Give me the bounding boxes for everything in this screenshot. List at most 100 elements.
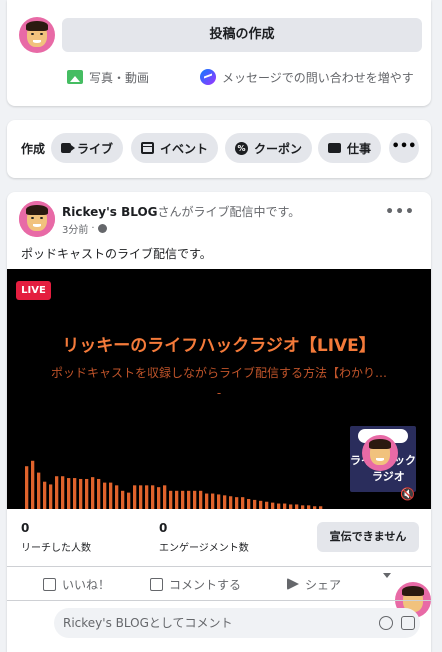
- engagement-label: エンゲージメント数: [159, 543, 249, 554]
- like-label: いいね！: [62, 577, 111, 592]
- create-coupon-chip[interactable]: % クーポン: [225, 133, 313, 163]
- comment-button[interactable]: コメントする: [150, 573, 241, 595]
- globe-icon: [97, 224, 107, 233]
- briefcase-icon: [328, 143, 341, 153]
- reach-label: リーチした人数: [21, 543, 91, 554]
- chip-label: ライブ: [77, 141, 114, 156]
- chip-label: クーポン: [254, 141, 303, 156]
- equalizer-bar: [103, 482, 107, 509]
- equalizer-bar: [211, 493, 215, 509]
- create-bar: 作成 ライブ イベント % クーポン 仕事 •••: [7, 120, 431, 178]
- create-label: 作成: [21, 142, 46, 156]
- equalizer-bar: [133, 485, 137, 509]
- video-camera-icon: [61, 143, 75, 153]
- equalizer-bar: [157, 487, 161, 509]
- mute-icon[interactable]: 🔇: [400, 487, 415, 501]
- equalizer-bar: [127, 492, 131, 509]
- photo-video-label: 写真・動画: [89, 70, 150, 85]
- comment-icon: [150, 577, 163, 591]
- post-more-button[interactable]: •••: [385, 204, 415, 220]
- calendar-icon: [141, 142, 154, 154]
- equalizer-bar: [109, 482, 113, 509]
- equalizer-bar: [193, 490, 197, 509]
- messenger-icon: [200, 69, 216, 85]
- equalizer-bar: [139, 485, 143, 509]
- comment-input[interactable]: Rickey's BLOGとしてコメント: [54, 608, 420, 638]
- chevron-down-icon: [383, 573, 391, 578]
- equalizer-bar: [91, 477, 95, 509]
- equalizer-bar: [85, 478, 89, 509]
- equalizer-bar: [43, 481, 47, 509]
- equalizer-bar: [217, 494, 221, 509]
- equalizer-bar: [55, 476, 59, 509]
- commenter-avatar: [19, 201, 55, 237]
- equalizer-bar: [235, 497, 239, 509]
- react-as-selector[interactable]: [383, 573, 431, 618]
- video-subtitle-line-1: ポッドキャストを収録しながらライブ配信する方法【わかり…: [50, 366, 387, 380]
- reach-value: 0: [21, 521, 30, 535]
- messenger-promote-label: メッセージでの問い合わせを増やす: [222, 70, 414, 85]
- thumb-avatar: [362, 435, 398, 471]
- equalizer-bar: [229, 496, 233, 509]
- equalizer-bar: [49, 484, 53, 509]
- avatar[interactable]: [19, 17, 55, 53]
- equalizer-bar: [223, 495, 227, 509]
- share-icon: [287, 578, 299, 590]
- promote-button[interactable]: 宣伝できません: [317, 522, 419, 552]
- engagement-value: 0: [159, 521, 168, 535]
- equalizer-bar: [163, 485, 167, 509]
- share-button[interactable]: シェア: [287, 573, 341, 595]
- equalizer-bar: [31, 460, 35, 509]
- author-name[interactable]: Rickey's BLOG: [62, 205, 158, 219]
- equalizer-bar: [175, 490, 179, 509]
- create-post-button[interactable]: 投稿の作成: [62, 18, 422, 52]
- video-subtitle: ポッドキャストを収録しながらライブ配信する方法【わかり… -: [23, 363, 415, 403]
- create-live-chip[interactable]: ライブ: [51, 133, 124, 163]
- like-button[interactable]: いいね！: [43, 573, 110, 595]
- emoji-icon[interactable]: [379, 616, 393, 630]
- create-job-chip[interactable]: 仕事: [318, 133, 382, 163]
- photo-icon: [67, 70, 83, 84]
- post-composer: 投稿の作成 写真・動画 メッセージでの問い合わせを増やす: [7, 0, 431, 106]
- more-options-button[interactable]: •••: [389, 133, 419, 163]
- live-post: Rickey's BLOGさんがライブ配信中です。 3分前 · ••• ポッドキ…: [7, 192, 431, 652]
- divider: [7, 600, 431, 601]
- live-badge: LIVE: [16, 281, 51, 300]
- equalizer-bar: [253, 499, 257, 509]
- coupon-icon: %: [235, 141, 248, 155]
- photo-video-button[interactable]: 写真・動画: [67, 68, 149, 86]
- create-event-chip[interactable]: イベント: [131, 133, 219, 163]
- equalizer-bar: [61, 476, 65, 509]
- equalizer-bar: [205, 493, 209, 509]
- video-subtitle-line-2: -: [216, 386, 222, 400]
- messenger-promote-button[interactable]: メッセージでの問い合わせを増やす: [200, 68, 414, 86]
- thumbs-up-icon: [43, 577, 56, 591]
- equalizer-bar: [169, 490, 173, 509]
- equalizer-bar: [67, 478, 71, 509]
- sticker-icon[interactable]: [401, 616, 415, 630]
- post-meta: 3分前 ·: [62, 221, 107, 236]
- comment-placeholder: Rickey's BLOGとしてコメント: [63, 616, 233, 630]
- chip-label: イベント: [160, 141, 209, 156]
- equalizer-bar: [241, 497, 245, 509]
- live-video-player[interactable]: LIVE リッキーのライフハックラジオ【LIVE】 ポッドキャストを収録しながら…: [7, 269, 431, 509]
- post-text: ポッドキャストのライブ配信です。: [21, 247, 212, 261]
- post-insights: 0 リーチした人数 0 エンゲージメント数 宣伝できません: [7, 509, 431, 559]
- equalizer-bar: [247, 498, 251, 509]
- equalizer-bar: [145, 485, 149, 509]
- post-header: Rickey's BLOGさんがライブ配信中です。: [62, 203, 300, 220]
- podcast-thumbnail: ライフハック ラジオ: [350, 426, 416, 492]
- equalizer-bar: [259, 500, 263, 509]
- post-time[interactable]: 3分前: [62, 221, 88, 236]
- share-label: シェア: [305, 577, 342, 592]
- equalizer-bar: [37, 472, 41, 509]
- equalizer-bar: [199, 490, 203, 509]
- equalizer-bar: [25, 466, 29, 509]
- equalizer-bar: [121, 490, 125, 509]
- equalizer-bar: [181, 490, 185, 509]
- video-title: リッキーのライフハックラジオ【LIVE】: [62, 336, 376, 356]
- equalizer-bar: [187, 490, 191, 509]
- equalizer-bar: [97, 478, 101, 509]
- comment-label: コメントする: [169, 577, 242, 592]
- equalizer-bar: [151, 485, 155, 509]
